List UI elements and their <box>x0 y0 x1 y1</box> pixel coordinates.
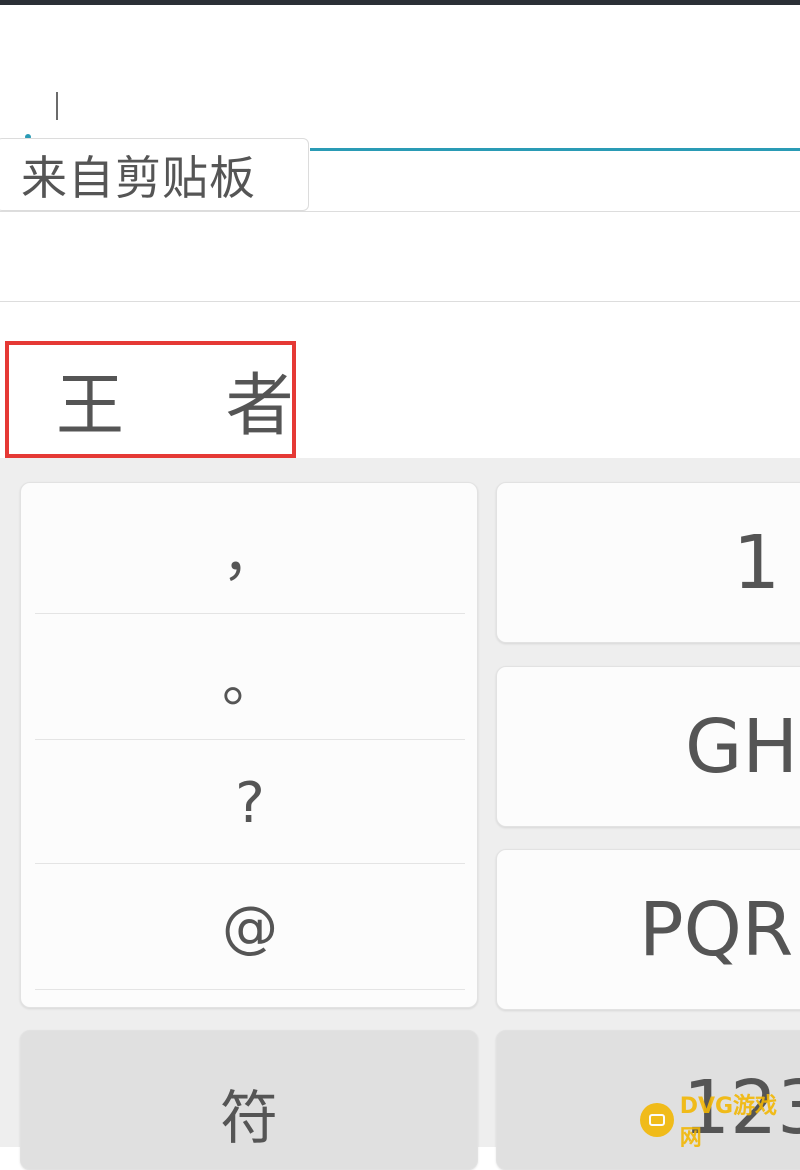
symbol-key-period[interactable]: 。 <box>21 617 479 737</box>
symbol-panel: ， 。 ? @ <box>20 482 478 1008</box>
key-label: 1 <box>733 519 781 606</box>
symbol-divider <box>35 613 465 614</box>
key-label: 符 <box>219 1084 278 1152</box>
symbol-divider <box>35 863 465 864</box>
text-input-underline[interactable] <box>310 148 800 151</box>
symbol-key-comma[interactable]: ， <box>21 491 479 611</box>
divider <box>0 211 800 212</box>
symbol-key-at[interactable]: @ <box>21 867 479 987</box>
symbols-key[interactable]: 符 <box>20 1030 478 1170</box>
symbol-key-label: @ <box>222 894 278 960</box>
gamepad-icon <box>640 1103 674 1137</box>
symbol-divider <box>35 739 465 740</box>
key-label: PQR <box>639 886 794 973</box>
status-bar-strip <box>0 0 800 5</box>
key-label: GH <box>685 703 798 790</box>
clipboard-chip-label: 来自剪贴板 <box>21 150 256 205</box>
watermark: DVG游戏网 <box>640 1094 798 1151</box>
clipboard-paste-chip[interactable]: 来自剪贴板 <box>0 138 309 211</box>
symbol-key-label: ? <box>235 770 265 836</box>
key-pqrs[interactable]: PQR <box>496 849 800 1010</box>
key-1[interactable]: 1 <box>496 482 800 643</box>
watermark-text: DVG游戏网 <box>679 1094 778 1151</box>
candidate-highlight-box <box>5 341 296 458</box>
symbol-divider <box>35 989 465 990</box>
symbol-key-label: 。 <box>222 649 278 715</box>
symbol-key-label: ， <box>222 523 278 589</box>
symbol-key-question[interactable]: ? <box>21 743 479 863</box>
key-ghi[interactable]: GH <box>496 666 800 827</box>
text-cursor <box>56 92 58 120</box>
